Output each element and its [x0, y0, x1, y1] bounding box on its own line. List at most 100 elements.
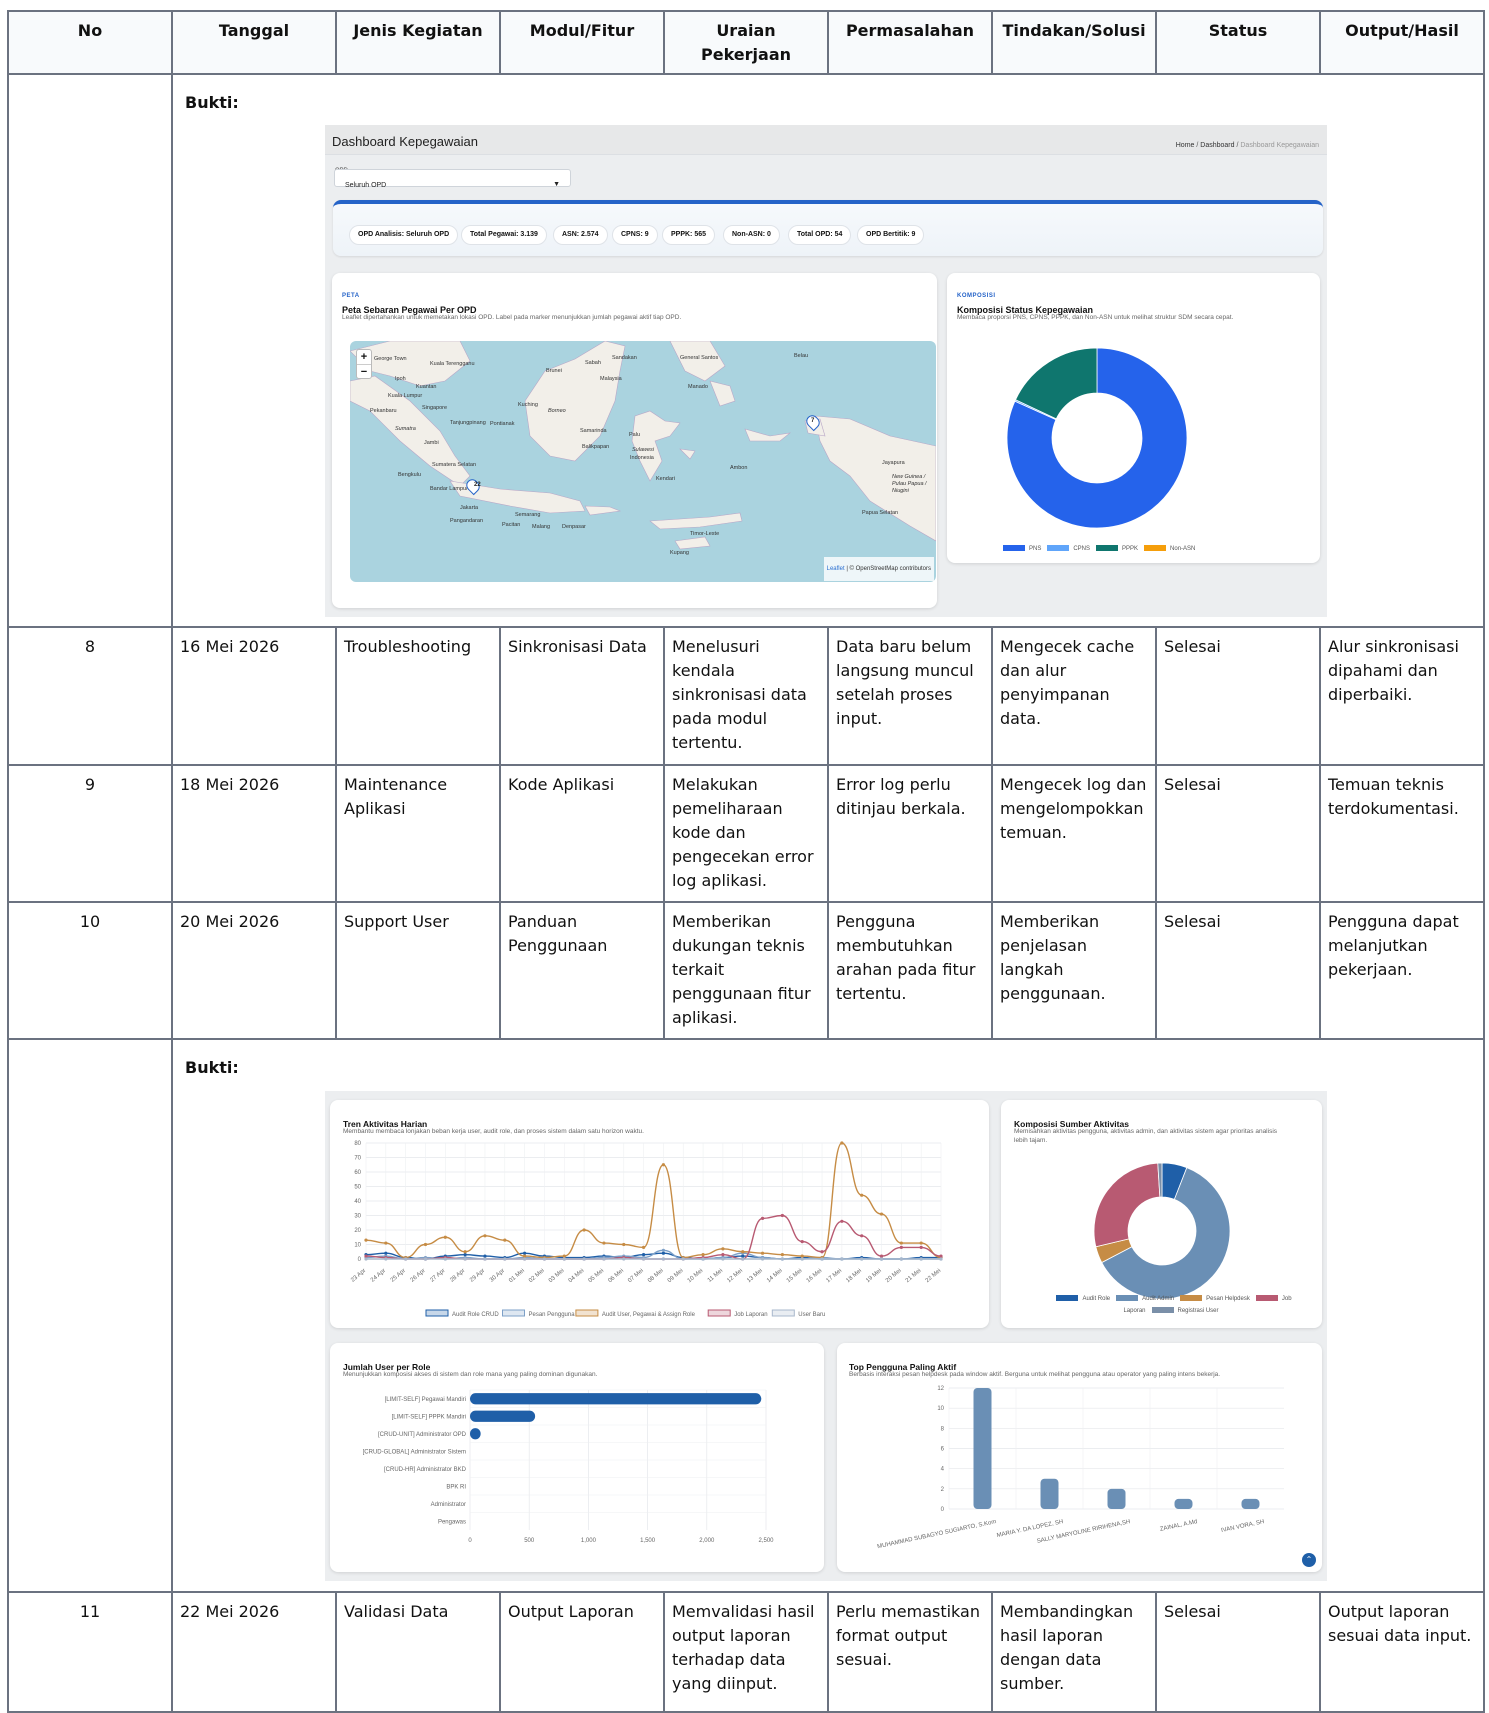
- map-label: Singapore: [422, 405, 448, 411]
- status-donut-chart: [1006, 347, 1188, 529]
- y-tick-label: 8: [941, 1426, 945, 1432]
- y-tick-label: 0: [941, 1507, 945, 1513]
- legend-item[interactable]: PNS: [997, 545, 1041, 552]
- data-point: [840, 1141, 844, 1145]
- header-jenis-kegiatan: Jenis Kegiatan: [335, 10, 501, 75]
- x-tick-label: 03 Mei: [548, 1268, 566, 1284]
- opd-select[interactable]: Seluruh OPD ▼: [334, 169, 571, 189]
- cell-modul: Panduan Penggunaan: [499, 901, 665, 1040]
- breadcrumb-current: Dashboard Kepegawaian: [1240, 142, 1319, 149]
- cell-masalah: Error log perlu ditinjau berkala.: [827, 764, 993, 903]
- stat-pill-opd-bertitik: OPD Bertitik: 9: [857, 225, 925, 245]
- header-tindakan-solusi: Tindakan/Solusi: [991, 10, 1157, 75]
- data-point: [701, 1257, 705, 1261]
- data-point: [384, 1257, 388, 1261]
- donut-card-subtitle: Membaca proporsi PNS, CPNS, PPPK, dan No…: [957, 314, 1234, 321]
- y-tick-label: 10: [354, 1243, 361, 1249]
- data-point: [641, 1245, 646, 1249]
- stat-pill-cpns: CPNS: 9: [612, 225, 658, 245]
- x-tick-label: IVAN VORA, SH: [1221, 1519, 1265, 1534]
- y-tick-label: [LIMIT-SELF] Pegawai Mandiri: [385, 1397, 466, 1403]
- evidence-cell: Bukti: Dashboard Kepegawaian Home / Dash…: [171, 73, 1485, 628]
- y-tick-label: 12: [937, 1386, 944, 1392]
- legend-label: Registrasi User: [1177, 1308, 1219, 1314]
- cell-status: Selesai: [1155, 764, 1321, 903]
- page-header: Dashboard Kepegawaian Home / Dashboard /…: [325, 125, 1327, 155]
- legend-item[interactable]: PPPK: [1090, 545, 1138, 552]
- map-label: Tanjungpinang: [450, 420, 486, 426]
- x-tick-label: 1,000: [581, 1538, 597, 1544]
- x-tick-label: 19 Mei: [865, 1268, 883, 1284]
- data-point: [800, 1257, 804, 1261]
- legend-swatch: [575, 1309, 599, 1317]
- activity-log-document: No Tanggal Jenis Kegiatan Modul/Fitur Ur…: [7, 10, 1485, 1713]
- y-tick-label: 10: [937, 1406, 944, 1412]
- table-row: 11 22 Mei 2026 Validasi Data Output Lapo…: [7, 1591, 1485, 1713]
- legend-swatch: [1096, 545, 1119, 552]
- legend-item[interactable]: CPNS: [1041, 545, 1090, 552]
- breadcrumb-dashboard[interactable]: Dashboard: [1200, 142, 1234, 149]
- table-row: 10 20 Mei 2026 Support User Panduan Peng…: [7, 901, 1485, 1040]
- status-donut-legend: PNS CPNS PPPK Non-ASN: [997, 537, 1195, 561]
- scroll-top-button[interactable]: ⌃: [1302, 1553, 1316, 1567]
- data-point: [721, 1253, 725, 1257]
- evidence-cell: Bukti: Tren Aktivitas Harian Membantu me…: [171, 1038, 1485, 1593]
- table-header-row: No Tanggal Jenis Kegiatan Modul/Fitur Ur…: [7, 10, 1485, 75]
- data-point: [820, 1250, 824, 1254]
- data-point: [879, 1254, 884, 1258]
- data-point: [760, 1216, 765, 1220]
- map-card-subtitle: Leaflet dipertahankan untuk memetakan lo…: [342, 314, 682, 321]
- header-tanggal: Tanggal: [171, 10, 337, 75]
- data-point: [860, 1193, 864, 1197]
- cell-tindakan: Memberikan penjelasan langkah penggunaan…: [991, 901, 1157, 1040]
- x-tick-label: 20 Mei: [885, 1268, 903, 1284]
- legend-item[interactable]: Pesan Helpdesk: [1174, 1295, 1250, 1302]
- map-label: Kendari: [656, 476, 675, 482]
- map-label: Malaysia: [600, 376, 622, 382]
- data-point: [503, 1238, 507, 1242]
- data-point: [542, 1257, 547, 1261]
- legend-item[interactable]: Audit Role: [1050, 1295, 1111, 1302]
- legend-label: Audit User, Pegawai & Assign Role: [602, 1312, 696, 1318]
- legend-label: Pesan Helpdesk: [1206, 1296, 1250, 1302]
- data-point: [721, 1247, 725, 1251]
- data-point: [661, 1251, 666, 1255]
- header-output-hasil: Output/Hasil: [1319, 10, 1485, 75]
- evidence-no-cell: [7, 1038, 173, 1593]
- map-label: Denpasar: [562, 524, 586, 530]
- cell-masalah: Perlu memastikan format output sesuai.: [827, 1591, 993, 1713]
- data-point: [602, 1241, 606, 1245]
- cell-tindakan: Mengecek cache dan alur penyimpanan data…: [991, 626, 1157, 766]
- top-users-card: Top Pengguna Paling Aktif Berbasis inter…: [837, 1343, 1322, 1572]
- legend-label: Audit Role: [1082, 1296, 1111, 1302]
- map-card: PETA Peta Sebaran Pegawai Per OPD Leafle…: [332, 273, 937, 608]
- legend-label: Pesan Pengguna: [529, 1312, 576, 1318]
- caret-down-icon: ▼: [553, 181, 560, 188]
- cell-tanggal: 22 Mei 2026: [171, 1591, 337, 1713]
- cell-tanggal: 20 Mei 2026: [171, 901, 337, 1040]
- leaflet-link[interactable]: Leaflet: [827, 566, 845, 572]
- cell-tindakan: Mengecek log dan mengelompokkan temuan.: [991, 764, 1157, 903]
- legend-item[interactable]: Non-ASN: [1138, 545, 1196, 552]
- top-users-bar-chart: 0 2 4 6 8 10 12 MUHAMMAD SUBAGYO SUGIARTO, S.Ko…: [877, 1386, 1284, 1550]
- leaflet-map[interactable]: + − George Town Kuala Terengganu Ipoh Kua…: [350, 341, 936, 582]
- legend-item[interactable]: Registrasi User: [1146, 1307, 1219, 1314]
- x-tick-label: 23 Apr: [350, 1268, 367, 1284]
- legend-item[interactable]: Audit Admin: [1110, 1295, 1174, 1302]
- legend-swatch: [707, 1309, 731, 1317]
- zoom-out-button[interactable]: −: [357, 365, 371, 379]
- map-label: Ambon: [730, 465, 748, 471]
- data-point: [939, 1254, 943, 1258]
- legend-swatch: [1144, 545, 1167, 552]
- y-tick-label: 2: [941, 1487, 945, 1493]
- legend-label: Non-ASN: [1170, 546, 1196, 552]
- breadcrumb-home[interactable]: Home: [1176, 142, 1195, 149]
- series-line: [365, 1142, 942, 1259]
- data-point: [364, 1254, 368, 1258]
- zoom-in-button[interactable]: +: [357, 350, 371, 365]
- stat-pill-total-opd: Total OPD: 54: [788, 225, 852, 245]
- data-point: [641, 1257, 646, 1261]
- data-point: [800, 1240, 804, 1244]
- data-point: [463, 1257, 467, 1261]
- cell-tindakan: Membandingkan hasil laporan dengan data …: [991, 1591, 1157, 1713]
